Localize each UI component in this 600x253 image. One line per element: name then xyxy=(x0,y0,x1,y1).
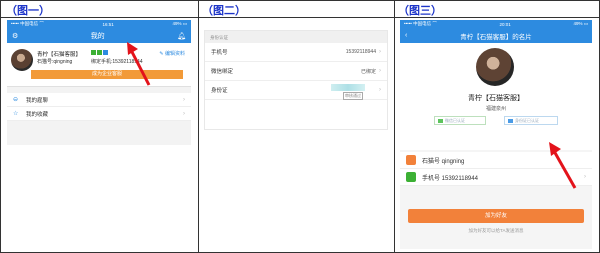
chevron-right-icon: › xyxy=(379,49,381,55)
hint-text: 加为好友可以给TA发送消息 xyxy=(468,228,524,233)
red-arrow-annotation xyxy=(127,42,151,86)
profile-name: 青柠【石猫客服】 xyxy=(468,95,524,102)
profile-name: 青柠【石猫客服】 xyxy=(37,52,82,58)
chevron-right-icon: › xyxy=(183,96,185,103)
tag-label: 身份证已认证 xyxy=(515,117,539,123)
phone-icon xyxy=(406,172,416,182)
edit-profile-label: 编辑资料 xyxy=(164,51,185,57)
header: ••••• 中国电信 ⌒ 20:01 49% ▭ ‹ 青柠【石猫客服】的名片 xyxy=(400,20,592,43)
id-verified-icon[interactable] xyxy=(103,50,108,55)
id-card-icon xyxy=(508,118,513,123)
approved-badge: 审核通过 xyxy=(343,92,363,100)
tag-label: 微信已认证 xyxy=(445,117,465,123)
star-icon: ☆ xyxy=(13,111,19,117)
page-title: 我的 xyxy=(90,32,105,40)
chat-icon: ⊖ xyxy=(13,97,19,103)
menu-item-chats[interactable]: ⊖ 我的雇聊 › xyxy=(7,93,191,107)
bell-icon[interactable]: 🔔︎ xyxy=(177,32,186,40)
nav-bar: ⚙ 我的 🔔︎ xyxy=(7,28,191,43)
caption-fig1: （图一） xyxy=(6,4,50,17)
battery-label: 49% ▭ xyxy=(172,21,187,26)
clock: 16:51 xyxy=(102,21,114,27)
id-verified-tag[interactable]: 身份证已认证 xyxy=(504,116,558,125)
phone-verified-icon[interactable] xyxy=(91,50,96,55)
divider xyxy=(394,0,395,253)
profile-card: 青柠【石猫客服】 ✎ 编辑资料 石猫号:qingning 绑定手机:153921… xyxy=(7,43,191,87)
blurred-id-thumbnail xyxy=(331,84,365,91)
wechat-verified-icon[interactable] xyxy=(97,50,102,55)
verify-icons xyxy=(91,50,108,55)
row-value: 15392118944 xyxy=(345,49,376,55)
row-wechat[interactable]: 微信绑定 已绑定 › xyxy=(205,62,387,81)
section-title: 身份认证 xyxy=(205,31,387,43)
screen-my-profile: ••••• 中国电信 ⌒ 16:51 49% ▭ ⚙ 我的 🔔︎ 青柠【石猫客服… xyxy=(7,20,191,145)
add-friend-button[interactable]: 加为好友 xyxy=(408,209,584,223)
status-bar: ••••• 中国电信 ⌒ 16:51 49% ▭ xyxy=(7,20,191,28)
divider xyxy=(0,17,600,18)
chevron-right-icon: › xyxy=(183,110,185,117)
profile-section: 青柠【石猫客服】 福建泉州 微信已认证 身份证已认证 xyxy=(400,43,592,150)
wechat-icon xyxy=(438,118,443,123)
menu-item-label: 我的雇聊 xyxy=(26,97,49,104)
page-title: 青柠【石猫客服】的名片 xyxy=(460,33,532,41)
menu-item-favorites[interactable]: ☆ 我的收藏 › xyxy=(7,107,191,121)
menu-list: ⊖ 我的雇聊 › ☆ 我的收藏 › xyxy=(7,93,191,121)
avatar[interactable] xyxy=(476,48,514,86)
wechat-verified-tag[interactable]: 微信已认证 xyxy=(434,116,486,125)
row-id-card[interactable]: 身份证 审核通过 › xyxy=(205,81,387,100)
chevron-right-icon: › xyxy=(379,87,381,93)
status-bar: ••••• 中国电信 ⌒ 20:01 49% ▭ xyxy=(400,20,592,28)
red-arrow-annotation xyxy=(549,142,577,189)
account-icon xyxy=(406,155,416,165)
chevron-right-icon: › xyxy=(379,68,381,74)
screen-identity-verification: 身份认证 手机号 15392118944 › 微信绑定 已绑定 › 身份证 审核… xyxy=(204,30,388,130)
nav-bar: ‹ 青柠【石猫客服】的名片 xyxy=(400,28,592,43)
caption-fig2: （图二） xyxy=(202,4,246,17)
account-id: 石猫号:qingning xyxy=(37,59,73,65)
carrier-label: ••••• 中国电信 ⌒ xyxy=(11,21,44,26)
screen-business-card: ••••• 中国电信 ⌒ 20:01 49% ▭ ‹ 青柠【石猫客服】的名片 青… xyxy=(400,20,592,249)
avatar[interactable] xyxy=(11,49,33,71)
menu-item-label: 我的收藏 xyxy=(26,111,49,118)
become-service-button[interactable]: 成为企业客服 xyxy=(31,70,183,79)
caption-fig3: （图三） xyxy=(398,4,442,17)
row-label: 微信绑定 xyxy=(211,69,234,75)
clock: 20:01 xyxy=(499,21,511,27)
row-label: 手机号 xyxy=(211,50,228,56)
divider xyxy=(198,0,199,253)
chevron-right-icon: › xyxy=(584,174,586,180)
profile-location: 福建泉州 xyxy=(485,106,506,112)
row-phone[interactable]: 手机号 15392118944 › xyxy=(205,43,387,62)
carrier-label: ••••• 中国电信 ⌒ xyxy=(404,21,437,26)
row-value: 已绑定 xyxy=(360,68,376,75)
back-icon[interactable]: ‹ xyxy=(405,32,415,39)
edit-profile-link[interactable]: ✎ 编辑资料 xyxy=(159,50,185,57)
battery-label: 49% ▭ xyxy=(573,21,588,26)
header: ••••• 中国电信 ⌒ 16:51 49% ▭ ⚙ 我的 🔔︎ xyxy=(7,20,191,43)
